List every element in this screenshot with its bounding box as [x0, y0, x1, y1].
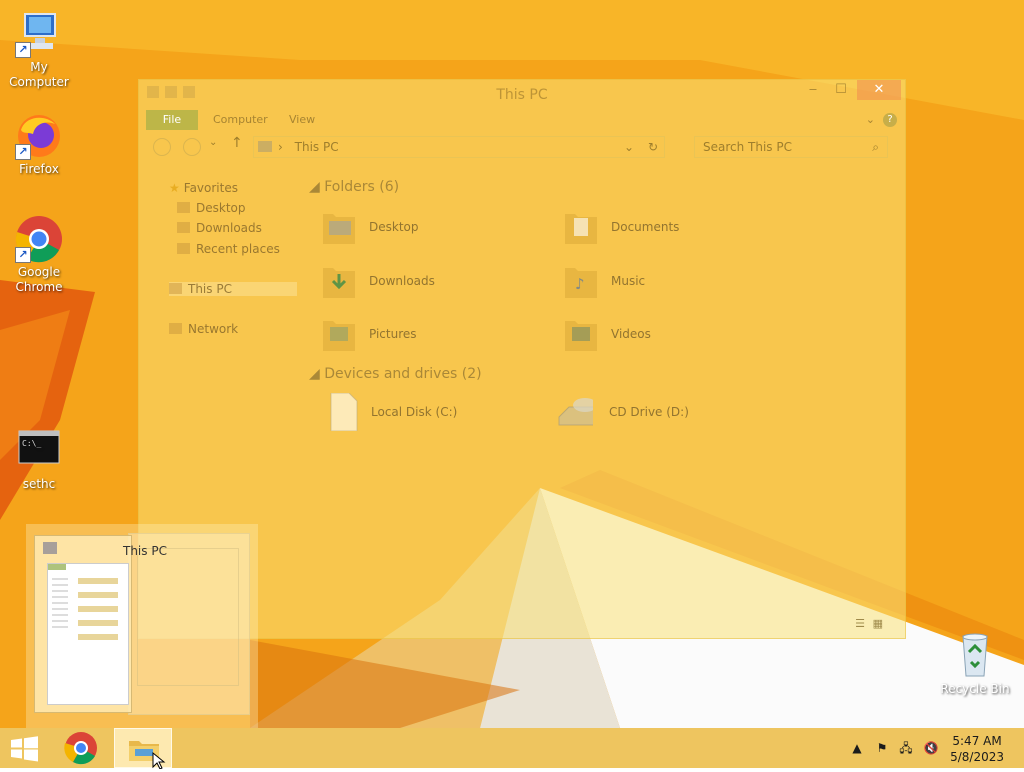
- large-icons-view-icon[interactable]: ▦: [873, 617, 883, 630]
- address-field[interactable]: › This PC ⌄ ↻: [253, 136, 665, 158]
- forward-button[interactable]: [183, 138, 201, 156]
- clock-time: 5:47 AM: [952, 734, 1002, 748]
- desktop-icon-label: Recycle Bin: [940, 682, 1010, 696]
- tab-file[interactable]: File: [146, 110, 198, 130]
- show-hidden-icons-icon[interactable]: ▲: [848, 728, 866, 768]
- group-header-folders[interactable]: ◢ Folders (6): [309, 179, 399, 195]
- search-input[interactable]: Search This PC ⌕: [694, 136, 888, 158]
- nav-favorites[interactable]: ★ Favorites: [169, 181, 238, 195]
- shortcut-arrow-icon: ↗: [15, 42, 31, 58]
- chrome-icon: ↗: [15, 215, 63, 263]
- breadcrumb-separator: ›: [278, 140, 283, 154]
- computer-icon: [43, 542, 57, 554]
- thumbnail-window-image[interactable]: This PC: [34, 535, 167, 713]
- folder-icon: ♪: [565, 268, 597, 298]
- address-dropdown-icon[interactable]: ⌄: [624, 137, 634, 157]
- computer-icon: [258, 141, 272, 152]
- address-text: This PC: [294, 140, 339, 154]
- recent-places-icon: [177, 243, 190, 254]
- firefox-icon: ↗: [15, 112, 63, 160]
- clock-date: 5/8/2023: [950, 750, 1004, 764]
- recent-locations-icon[interactable]: ⌄: [209, 137, 217, 148]
- hard-drive-icon: [330, 393, 358, 431]
- help-icon[interactable]: ?: [883, 113, 897, 127]
- nav-desktop[interactable]: Desktop: [177, 201, 246, 215]
- desktop-folder-icon: [177, 202, 190, 213]
- folder-icon: [323, 214, 355, 244]
- tab-view[interactable]: View: [289, 110, 315, 130]
- taskbar-file-explorer-button[interactable]: [114, 728, 172, 770]
- shortcut-arrow-icon: ↗: [15, 144, 31, 160]
- desktop-icon-google-chrome[interactable]: ↗ Google Chrome: [0, 215, 78, 295]
- clock[interactable]: 5:47 AM 5/8/2023: [950, 733, 1004, 765]
- desktop-icon-label: Firefox: [19, 162, 59, 176]
- shortcut-arrow-icon: ↗: [15, 247, 31, 263]
- chrome-icon: [64, 732, 97, 765]
- thumbnail-content: [47, 563, 129, 705]
- downloads-folder-icon: [177, 222, 190, 233]
- desktop-icon-firefox[interactable]: ↗ Firefox: [0, 112, 78, 177]
- nav-recent-places[interactable]: Recent places: [177, 242, 280, 256]
- refresh-icon[interactable]: ↻: [648, 137, 658, 157]
- desktop-icon-sethc[interactable]: C:\_ sethc: [0, 427, 78, 492]
- desktop-icon-my-computer[interactable]: ↗ My Computer: [0, 10, 78, 90]
- thumbnail-ghost-window: [128, 533, 250, 715]
- thumbnail-ghost-content: [137, 548, 239, 686]
- network-icon[interactable]: 🖧: [896, 728, 916, 768]
- star-icon: ★: [169, 181, 180, 195]
- nav-this-pc[interactable]: This PC: [169, 282, 297, 296]
- file-explorer-icon: [129, 741, 166, 770]
- start-button[interactable]: [0, 728, 48, 768]
- tab-computer[interactable]: Computer: [213, 110, 268, 130]
- minimize-button[interactable]: ‒: [799, 80, 827, 100]
- windows-logo-icon: [11, 736, 38, 762]
- taskbar-chrome-button[interactable]: [58, 728, 104, 768]
- collapse-chevron-icon: ◢: [309, 179, 325, 195]
- window-title: This PC: [496, 87, 548, 103]
- close-button[interactable]: ✕: [857, 80, 901, 100]
- computer-icon: ↗: [15, 10, 63, 58]
- volume-muted-icon[interactable]: 🔇: [920, 728, 942, 768]
- svg-text:♪: ♪: [575, 275, 585, 293]
- content-pane: ◢ Folders (6) Desktop Documents Download…: [307, 168, 887, 618]
- recycle-bin-icon: [951, 632, 999, 680]
- folder-icon: [565, 214, 597, 244]
- back-button[interactable]: [153, 138, 171, 156]
- maximize-button[interactable]: ☐: [827, 80, 855, 100]
- ribbon-tabs: File Computer View ⌄ ?: [139, 108, 905, 130]
- search-placeholder: Search This PC: [703, 140, 792, 154]
- address-bar-row: ⌄ ↑ › This PC ⌄ ↻ Search This PC ⌕: [139, 130, 905, 162]
- desktop: ↗ My Computer ↗ Firefox ↗ Google Chrome …: [0, 0, 1024, 728]
- desktop-icon-recycle-bin[interactable]: Recycle Bin: [936, 632, 1014, 697]
- ribbon-expand-icon[interactable]: ⌄: [866, 110, 875, 130]
- group-header-devices[interactable]: ◢ Devices and drives (2): [309, 366, 482, 382]
- network-icon: [169, 323, 182, 334]
- window-titlebar[interactable]: This PC ‒ ☐ ✕: [139, 80, 905, 108]
- up-button[interactable]: ↑: [231, 135, 243, 151]
- desktop-icon-label: My Computer: [9, 60, 69, 89]
- computer-icon: [169, 283, 182, 294]
- console-icon: C:\_: [15, 427, 63, 475]
- search-icon: ⌕: [872, 140, 879, 154]
- thumbnail-title: This PC: [123, 544, 167, 558]
- folder-icon: [323, 268, 355, 298]
- cd-drive-icon: [558, 398, 593, 426]
- desktop-icon-label: Google Chrome: [15, 265, 63, 294]
- folder-icon: [565, 321, 597, 351]
- nav-network[interactable]: Network: [169, 322, 238, 336]
- svg-text:C:\_: C:\_: [22, 439, 41, 448]
- desktop-icon-label: sethc: [22, 477, 56, 491]
- action-center-flag-icon[interactable]: ⚑: [872, 728, 892, 768]
- collapse-chevron-icon: ◢: [309, 366, 325, 382]
- folder-icon: [323, 321, 355, 351]
- details-view-icon[interactable]: ☰: [855, 617, 865, 630]
- nav-downloads[interactable]: Downloads: [177, 221, 262, 235]
- taskbar: ▲ ⚑ 🖧 🔇 5:47 AM 5/8/2023: [0, 728, 1024, 770]
